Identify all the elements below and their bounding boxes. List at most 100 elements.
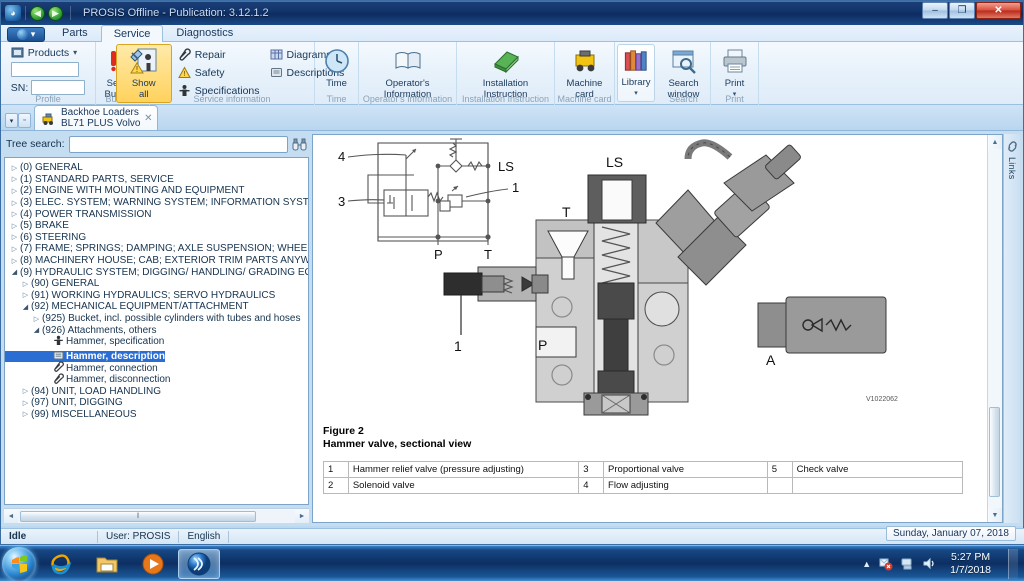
file-explorer-icon xyxy=(96,557,118,572)
tab-list-dropdown-button[interactable]: ▾ xyxy=(5,113,18,128)
table-cell-n3 xyxy=(766,477,793,494)
back-arrow-icon[interactable]: ◀ xyxy=(30,5,45,21)
tab-parts[interactable]: Parts xyxy=(49,24,101,41)
document-tab-backhoe-loaders[interactable]: Backhoe Loaders BL71 PLUS Volvo ✕ xyxy=(34,105,158,130)
tree-item[interactable]: ▷ (5) BRAKE xyxy=(5,220,308,232)
group-label-print: Print xyxy=(725,94,744,104)
library-button[interactable]: Library ▾ xyxy=(617,44,655,102)
tree-item[interactable]: ▷ (1) STANDARD PARTS, SERVICE xyxy=(5,174,308,186)
action-center-error-icon[interactable] xyxy=(878,556,893,571)
hscroll-track[interactable]: ‖ xyxy=(18,509,295,523)
scroll-down-icon[interactable]: ▼ xyxy=(988,508,1002,522)
sn-field[interactable] xyxy=(31,80,86,95)
taskbar-item-media-player[interactable] xyxy=(132,549,174,579)
binoculars-icon[interactable] xyxy=(292,137,307,151)
tree-expand-arrow-icon[interactable]: ▷ xyxy=(9,187,20,195)
application-menu-button[interactable]: ▾ xyxy=(7,27,45,42)
tree-expand-arrow-icon[interactable]: ▷ xyxy=(9,222,20,230)
tree-expand-arrow-icon[interactable]: ▷ xyxy=(31,315,42,323)
tree-expand-arrow-icon[interactable]: ▷ xyxy=(20,387,31,395)
tree-item[interactable]: ▷ (97) UNIT, DIGGING xyxy=(5,397,308,409)
tree-expand-arrow-icon[interactable]: ▷ xyxy=(20,399,31,407)
tree-expand-arrow-icon[interactable]: ▷ xyxy=(9,175,20,183)
divider xyxy=(228,530,230,543)
hscroll-thumb[interactable]: ‖ xyxy=(20,510,256,522)
safety-button[interactable]: ! Safety xyxy=(174,65,264,80)
vscroll-track[interactable] xyxy=(988,149,1002,508)
tree-item[interactable]: ▷ (8) MACHINERY HOUSE; CAB; EXTERIOR TRIM… xyxy=(5,255,308,267)
show-desktop-button[interactable] xyxy=(1008,548,1018,579)
green-book-icon xyxy=(493,51,519,74)
tray-overflow-icon[interactable]: ▲ xyxy=(862,559,871,569)
tree-expand-arrow-icon[interactable]: ▷ xyxy=(20,410,31,418)
tree-expand-arrow-icon[interactable]: ▷ xyxy=(9,233,20,241)
links-panel-tab[interactable]: Links xyxy=(1003,134,1020,523)
minimize-button[interactable]: – xyxy=(922,2,948,19)
close-icon[interactable]: ✕ xyxy=(144,113,152,124)
taskbar-item-file-explorer[interactable] xyxy=(86,549,128,579)
scroll-right-icon[interactable]: ► xyxy=(295,513,309,520)
ribbon-group-machine-card: Machine card Machine card xyxy=(555,42,615,105)
date-tooltip: Sunday, January 07, 2018 xyxy=(885,526,1016,541)
tree-item[interactable]: Hammer, specification xyxy=(5,335,308,348)
tree-item[interactable]: ▷ (91) WORKING HYDRAULICS; SERVO HYDRAULI… xyxy=(5,290,308,302)
tree-item[interactable]: ▷ (90) GENERAL xyxy=(5,278,308,290)
tree-collapse-arrow-icon[interactable]: ◢ xyxy=(9,268,20,276)
document-vertical-scrollbar[interactable]: ▲ ▼ xyxy=(987,135,1002,522)
product-field[interactable] xyxy=(10,62,79,77)
tree-item[interactable]: Hammer, connection xyxy=(5,361,308,374)
table-cell-t2: Proportional valve xyxy=(603,461,768,478)
products-button[interactable]: Products ▾ xyxy=(11,46,86,59)
tree-item[interactable]: ◢ (926) Attachments, others xyxy=(5,324,308,336)
tree-collapse-arrow-icon[interactable]: ◢ xyxy=(31,326,42,334)
forward-arrow-icon[interactable]: ▶ xyxy=(48,5,63,21)
vscroll-thumb[interactable] xyxy=(989,407,1000,497)
taskbar-item-internet-explorer[interactable] xyxy=(40,549,82,579)
tree-item-label: (8) MACHINERY HOUSE; CAB; EXTERIOR TRIM … xyxy=(20,255,309,267)
tree-item[interactable]: ▷ (2) ENGINE WITH MOUNTING AND EQUIPMENT xyxy=(5,185,308,197)
taskbar-item-prosis[interactable] xyxy=(178,548,220,579)
schematic-port-p: P xyxy=(434,247,443,262)
tree-expand-arrow-icon[interactable]: ▷ xyxy=(9,164,20,172)
chevron-down-icon[interactable]: ▾ xyxy=(73,48,77,57)
scroll-up-icon[interactable]: ▲ xyxy=(988,135,1002,149)
volume-icon[interactable] xyxy=(922,556,937,571)
tree-item[interactable]: Hammer, description xyxy=(5,350,165,363)
tree-item[interactable]: ▷ (925) Bucket, incl. possible cylinders … xyxy=(5,313,308,325)
tree-expand-arrow-icon[interactable]: ▷ xyxy=(9,245,20,253)
navigation-tree[interactable]: ▷ (0) GENERAL ▷ (1) STANDARD PARTS, SERVICE… xyxy=(4,157,309,505)
scroll-left-icon[interactable]: ◄ xyxy=(4,513,18,520)
tree-collapse-arrow-icon[interactable]: ◢ xyxy=(20,303,31,311)
tab-diagnostics[interactable]: Diagnostics xyxy=(163,24,246,41)
tree-item[interactable]: ▷ (6) STEERING xyxy=(5,232,308,244)
tree-expand-arrow-icon[interactable]: ▷ xyxy=(9,257,20,265)
time-button[interactable]: Time xyxy=(309,44,365,92)
tab-restore-button[interactable]: ▫ xyxy=(18,113,31,128)
tree-expand-arrow-icon[interactable]: ▷ xyxy=(9,210,20,218)
tree-item[interactable]: ▷ (99) MISCELLANEOUS xyxy=(5,409,308,421)
tab-service[interactable]: Service xyxy=(100,25,164,42)
tree-item[interactable]: ◢ (92) MECHANICAL EQUIPMENT/ATTACHMENT xyxy=(5,301,308,313)
repair-button[interactable]: Repair xyxy=(174,47,264,62)
tree-item[interactable]: ▷ (4) POWER TRANSMISSION xyxy=(5,208,308,220)
network-icon[interactable] xyxy=(900,556,915,571)
start-orb-icon[interactable] xyxy=(2,546,36,581)
tree-expand-arrow-icon[interactable]: ▷ xyxy=(9,199,20,207)
close-button[interactable]: ✕ xyxy=(976,2,1021,19)
tree-item[interactable]: ▷ (7) FRAME; SPRINGS; DAMPING; AXLE SUSPE… xyxy=(5,243,308,255)
maximize-button[interactable]: ❐ xyxy=(949,2,975,19)
products-icon xyxy=(11,47,24,58)
tree-item[interactable]: ▷ (94) UNIT, LOAD HANDLING xyxy=(5,385,308,397)
taskbar-clock[interactable]: 5:27 PM 1/7/2018 xyxy=(944,551,997,577)
repair-label: Repair xyxy=(194,48,226,61)
tree-horizontal-scrollbar[interactable]: ◄ ‖ ► xyxy=(4,508,309,523)
tree-item[interactable]: ▷ (0) GENERAL xyxy=(5,162,308,174)
status-bar: Idle User: PROSIS English xyxy=(1,528,1024,544)
tree-expand-arrow-icon[interactable]: ▷ xyxy=(20,291,31,299)
tree-search-input[interactable] xyxy=(68,135,288,153)
tree-item[interactable]: Hammer, disconnection xyxy=(5,373,308,386)
tree-item[interactable]: ◢ (9) HYDRAULIC SYSTEM; DIGGING/ HANDLING… xyxy=(5,266,308,278)
chevron-down-icon[interactable]: ▾ xyxy=(634,88,638,99)
tree-expand-arrow-icon[interactable]: ▷ xyxy=(20,280,31,288)
tree-item[interactable]: ▷ (3) ELEC. SYSTEM; WARNING SYSTEM; INFOR… xyxy=(5,197,308,209)
